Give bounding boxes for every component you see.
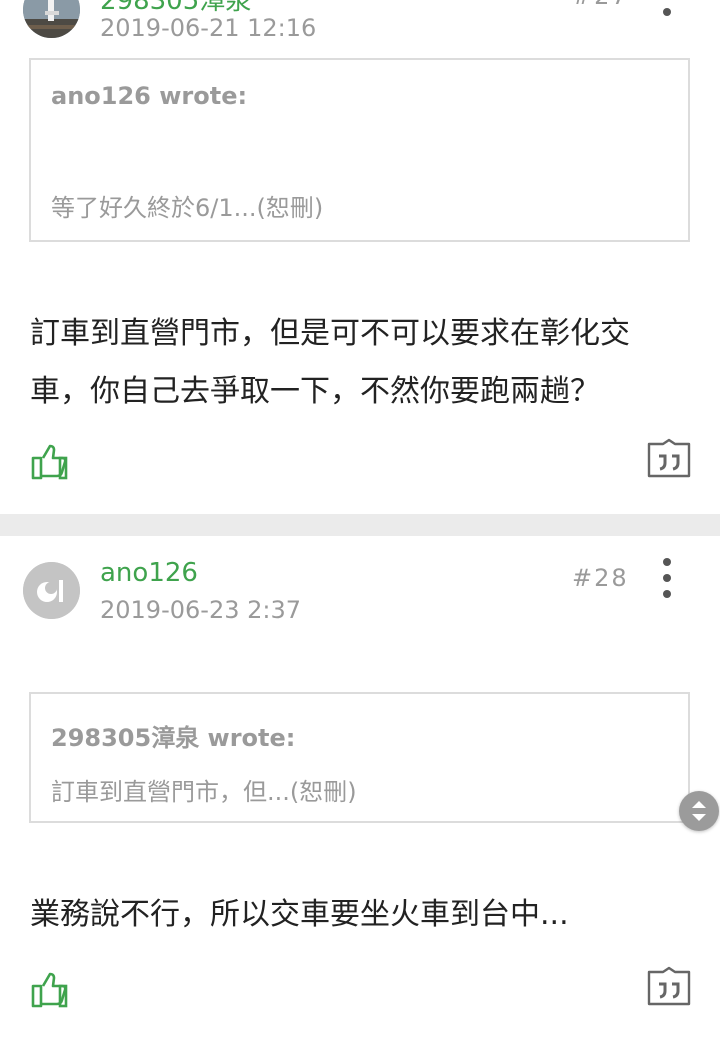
thumbs-up-icon[interactable] <box>30 970 70 1010</box>
post-number[interactable]: #28 <box>572 564 629 592</box>
post-timestamp: 2019-06-23 2:37 <box>100 596 301 624</box>
quote-reply-icon[interactable] <box>647 438 691 478</box>
quote-reply-icon[interactable] <box>647 966 691 1006</box>
post-body-line: 車，你自己去爭取一下，不然你要跑兩趟？ <box>30 374 600 409</box>
post-27: 298305漳泉 2019-06-21 12:16 #27 ano126 wro… <box>0 0 720 514</box>
thumbs-up-icon[interactable] <box>30 442 70 482</box>
avatar[interactable] <box>23 562 80 619</box>
more-vertical-icon[interactable] <box>657 0 677 16</box>
avatar[interactable] <box>23 0 80 38</box>
post-body-line: 業務說不行，所以交車要坐火車到台中... <box>30 897 569 932</box>
post-author[interactable]: ano126 <box>100 558 198 588</box>
post-body: 訂車到直營門市，但是可不可以要求在彰化交 車，你自己去爭取一下，不然你要跑兩趟？ <box>30 305 695 421</box>
scroll-updown-icon[interactable] <box>679 791 719 831</box>
post-timestamp: 2019-06-21 12:16 <box>100 14 317 42</box>
quote-box: ano126 wrote: 等了好久終於6/1...(恕刪) <box>29 58 690 242</box>
quote-box: 298305漳泉 wrote: 訂車到直營門市，但...(恕刪) <box>29 692 690 823</box>
post-body-line: 訂車到直營門市，但是可不可以要求在彰化交 <box>30 316 630 351</box>
default-avatar-icon <box>23 562 80 619</box>
post-28: ano126 2019-06-23 2:37 #28 298305漳泉 wrot… <box>0 536 720 1041</box>
quote-excerpt[interactable]: 等了好久終於6/1...(恕刪) <box>51 188 323 223</box>
quote-author: ano126 wrote: <box>51 82 248 110</box>
lighthouse-photo-icon <box>23 0 80 38</box>
quote-excerpt[interactable]: 訂車到直營門市，但...(恕刪) <box>51 772 357 807</box>
post-number[interactable]: #27 <box>572 0 629 10</box>
post-body: 業務說不行，所以交車要坐火車到台中... <box>30 886 695 944</box>
more-vertical-icon[interactable] <box>657 558 677 598</box>
post-divider <box>0 514 720 536</box>
quote-author: 298305漳泉 wrote: <box>51 724 296 752</box>
chevron-updown-icon <box>692 801 706 821</box>
